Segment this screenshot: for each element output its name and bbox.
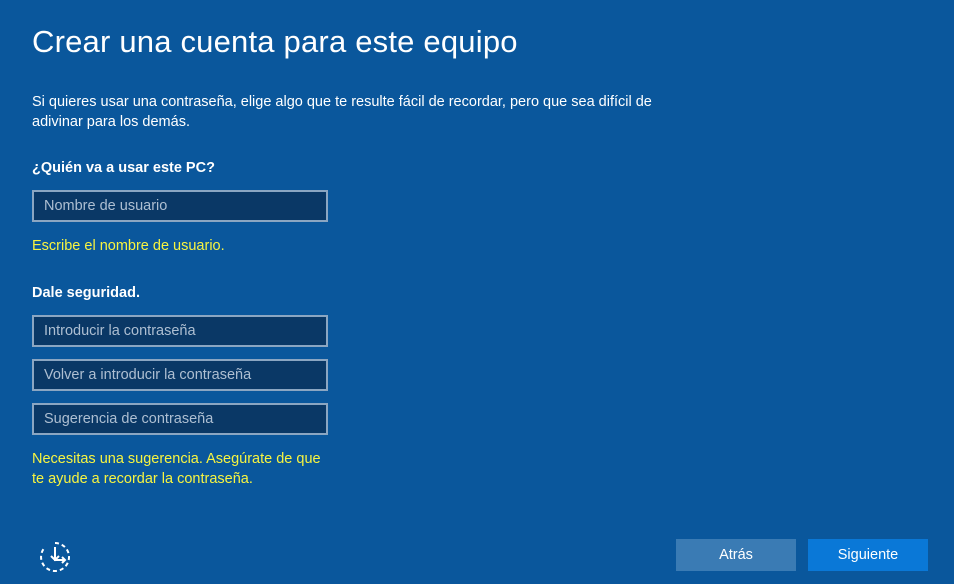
password-hint-warning-line2: te ayude a recordar la contraseña. [32,471,253,487]
back-button[interactable]: Atrás [676,539,796,571]
user-section-label: ¿Quién va a usar este PC? [32,160,215,176]
username-hint: Escribe el nombre de usuario. [32,238,225,254]
security-section-label: Dale seguridad. [32,285,140,301]
account-setup-page: Crear una cuenta para este equipo Si qui… [0,0,954,584]
next-button[interactable]: Siguiente [808,539,928,571]
password-hint-warning-line1: Necesitas una sugerencia. Asegúrate de q… [32,451,321,467]
password-hint-input[interactable] [32,403,328,435]
intro-text: Si quieres usar una contraseña, elige al… [32,94,652,130]
password-hint-warning: Necesitas una sugerencia. Asegúrate de q… [32,449,321,489]
ease-of-access-icon[interactable] [36,538,74,576]
page-title: Crear una cuenta para este equipo [32,24,518,59]
password-input[interactable] [32,315,328,347]
confirm-password-input[interactable] [32,359,328,391]
username-input[interactable] [32,190,328,222]
